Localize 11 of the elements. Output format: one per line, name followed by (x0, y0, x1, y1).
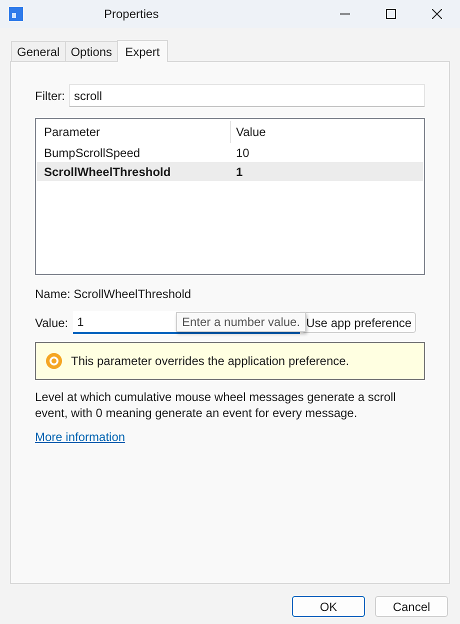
notice-text: This parameter overrides the application preference. (71, 353, 350, 370)
tooltip: Enter a number value. (176, 312, 306, 332)
parameter-cell-text: ScrollWheelThreshold (43, 164, 172, 180)
value-cell-text: 10 (235, 144, 250, 162)
value-label: Value: (35, 314, 68, 332)
parameter-name: Name: ScrollWheelThreshold (35, 286, 192, 303)
parameter-cell-text: BumpScrollSpeed (43, 144, 142, 162)
description-text: Level at which cumulative mouse wheel messages generate a scroll event, with 0 meaning generate an event for every message. (35, 389, 397, 421)
window-title: Properties (104, 6, 159, 23)
value-cell-text: 1 (235, 164, 243, 180)
filter-label: Filter: (35, 88, 65, 104)
